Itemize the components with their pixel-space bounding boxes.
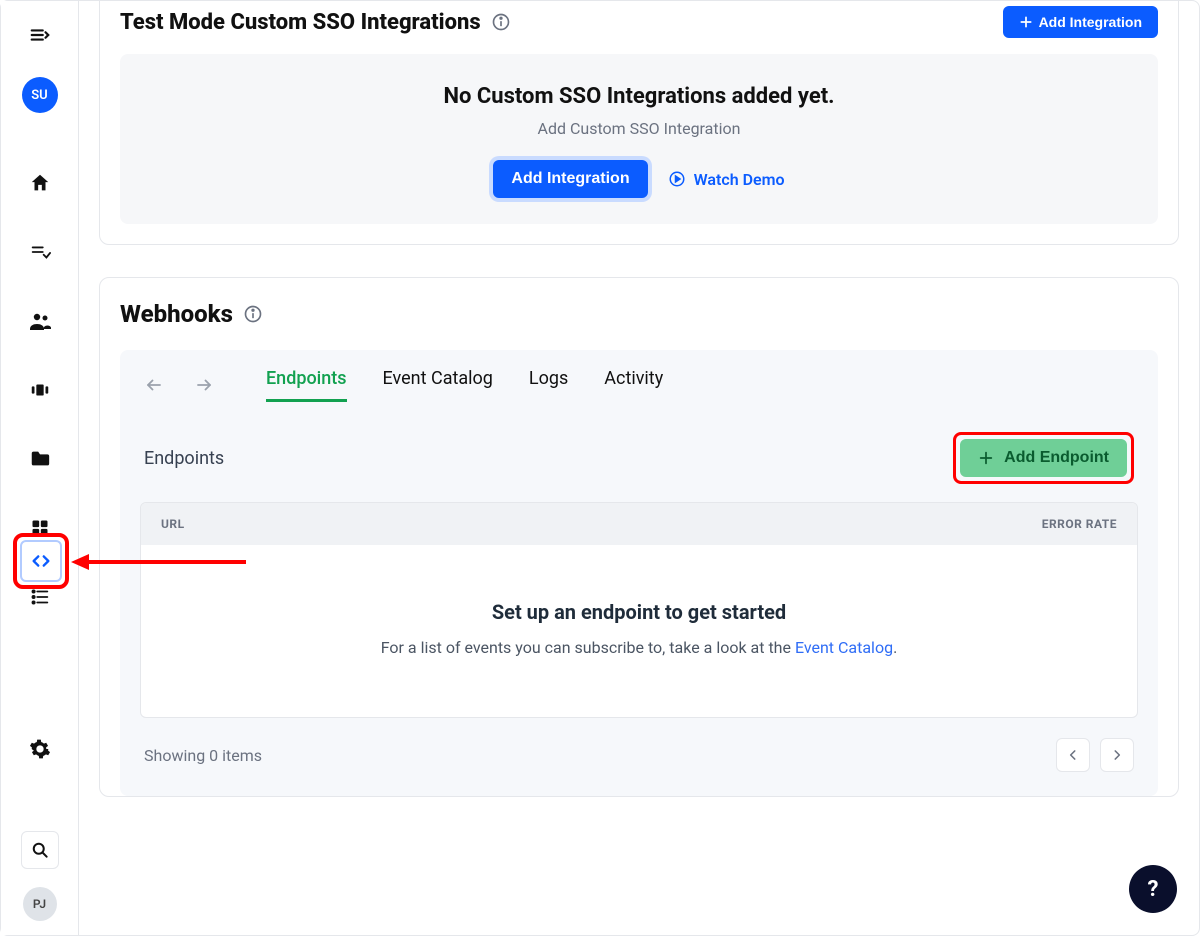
users-icon — [28, 309, 52, 333]
help-button[interactable]: ? — [1129, 865, 1177, 913]
pager-next-button[interactable] — [1100, 738, 1134, 772]
sidebar-item-list[interactable] — [20, 577, 60, 617]
add-integration-top-label: Add Integration — [1039, 14, 1142, 30]
sidebar: SU PJ — [1, 1, 79, 935]
sso-title-wrap: Test Mode Custom SSO Integrations — [120, 10, 511, 35]
tab-event-catalog[interactable]: Event Catalog — [383, 368, 493, 402]
endpoints-empty-subtitle: For a list of events you can subscribe t… — [161, 638, 1117, 657]
search-icon — [30, 840, 50, 860]
sidebar-item-developers[interactable] — [20, 540, 62, 582]
org-avatar[interactable]: SU — [22, 77, 58, 113]
folder-icon — [29, 448, 51, 470]
sidebar-item-developers-placeholder — [20, 646, 60, 700]
endpoints-empty-title: Set up an endpoint to get started — [161, 600, 1117, 624]
sso-empty-subtitle: Add Custom SSO Integration — [140, 119, 1138, 138]
sso-card-header: Test Mode Custom SSO Integrations Add In… — [120, 6, 1158, 38]
list-icon — [29, 586, 51, 608]
add-integration-top-button[interactable]: Add Integration — [1003, 6, 1158, 38]
info-icon[interactable] — [243, 304, 263, 324]
sidebar-item-settings[interactable] — [20, 729, 60, 769]
endpoints-table: URL ERROR RATE Set up an endpoint to get… — [140, 502, 1138, 718]
endpoints-table-footer: Showing 0 items — [140, 718, 1138, 776]
info-icon[interactable] — [491, 12, 511, 32]
webhooks-header: Webhooks — [120, 300, 1158, 328]
webhooks-body: Endpoints Event Catalog Logs Activity En… — [120, 350, 1158, 796]
plus-icon — [1019, 15, 1033, 29]
tab-logs[interactable]: Logs — [529, 368, 568, 402]
gear-icon — [29, 738, 51, 760]
search-button[interactable] — [21, 831, 59, 869]
sso-empty-title: No Custom SSO Integrations added yet. — [140, 84, 1138, 109]
add-integration-button[interactable]: Add Integration — [493, 160, 647, 198]
endpoints-count-text: Showing 0 items — [144, 746, 262, 765]
arrow-left-icon — [145, 376, 163, 394]
user-avatar[interactable]: PJ — [23, 887, 57, 921]
col-header-error-rate: ERROR RATE — [1042, 517, 1117, 531]
webhooks-tabs: Endpoints Event Catalog Logs Activity — [266, 368, 663, 402]
pager-prev-button[interactable] — [1056, 738, 1090, 772]
col-header-url: URL — [161, 517, 185, 531]
endpoints-table-header: URL ERROR RATE — [141, 503, 1137, 545]
home-icon — [29, 172, 51, 194]
sidebar-item-home[interactable] — [20, 163, 60, 203]
watch-demo-label: Watch Demo — [694, 170, 785, 189]
pagination — [1056, 738, 1134, 772]
nav-back-button[interactable] — [140, 371, 168, 399]
code-icon — [30, 550, 52, 572]
endpoints-empty-prefix: For a list of events you can subscribe t… — [381, 638, 795, 657]
sso-integrations-card: Test Mode Custom SSO Integrations Add In… — [99, 1, 1179, 245]
grid-icon — [30, 518, 50, 538]
arrow-right-icon — [195, 376, 213, 394]
endpoints-header-row: Endpoints Add Endpoint — [140, 432, 1138, 484]
endpoints-empty-suffix: . — [893, 638, 897, 657]
sidebar-bottom: PJ — [1, 831, 78, 921]
slides-icon — [29, 379, 51, 401]
main-content: Test Mode Custom SSO Integrations Add In… — [79, 1, 1199, 935]
endpoints-heading: Endpoints — [144, 448, 224, 469]
sidebar-nav — [20, 163, 60, 769]
sidebar-item-slides[interactable] — [20, 370, 60, 410]
chevron-left-icon — [1066, 748, 1080, 762]
sidebar-item-users[interactable] — [20, 301, 60, 341]
sso-empty-state: No Custom SSO Integrations added yet. Ad… — [120, 54, 1158, 224]
tab-endpoints[interactable]: Endpoints — [266, 368, 347, 402]
play-circle-icon — [668, 170, 686, 188]
highlight-box-add-endpoint: Add Endpoint — [953, 432, 1134, 484]
webhooks-nav: Endpoints Event Catalog Logs Activity — [140, 368, 1138, 402]
sidebar-item-folder[interactable] — [20, 439, 60, 479]
sidebar-item-tasks[interactable] — [20, 232, 60, 272]
nav-forward-button[interactable] — [190, 371, 218, 399]
endpoints-empty-state: Set up an endpoint to get started For a … — [141, 545, 1137, 717]
add-endpoint-button[interactable]: Add Endpoint — [960, 439, 1127, 477]
webhooks-title: Webhooks — [120, 300, 233, 328]
chevron-right-icon — [1110, 748, 1124, 762]
webhooks-card: Webhooks Endpoints Event Catalog — [99, 277, 1179, 797]
event-catalog-link[interactable]: Event Catalog — [795, 638, 893, 657]
add-endpoint-label: Add Endpoint — [1004, 449, 1109, 467]
list-check-icon — [29, 241, 51, 263]
plus-icon — [978, 450, 994, 466]
watch-demo-link[interactable]: Watch Demo — [668, 170, 785, 189]
tab-activity[interactable]: Activity — [604, 368, 663, 402]
menu-expand-icon — [29, 24, 51, 46]
sidebar-top: SU — [20, 15, 60, 113]
expand-sidebar-button[interactable] — [20, 15, 60, 55]
sso-title: Test Mode Custom SSO Integrations — [120, 10, 481, 35]
sso-empty-actions: Add Integration Watch Demo — [140, 160, 1138, 198]
